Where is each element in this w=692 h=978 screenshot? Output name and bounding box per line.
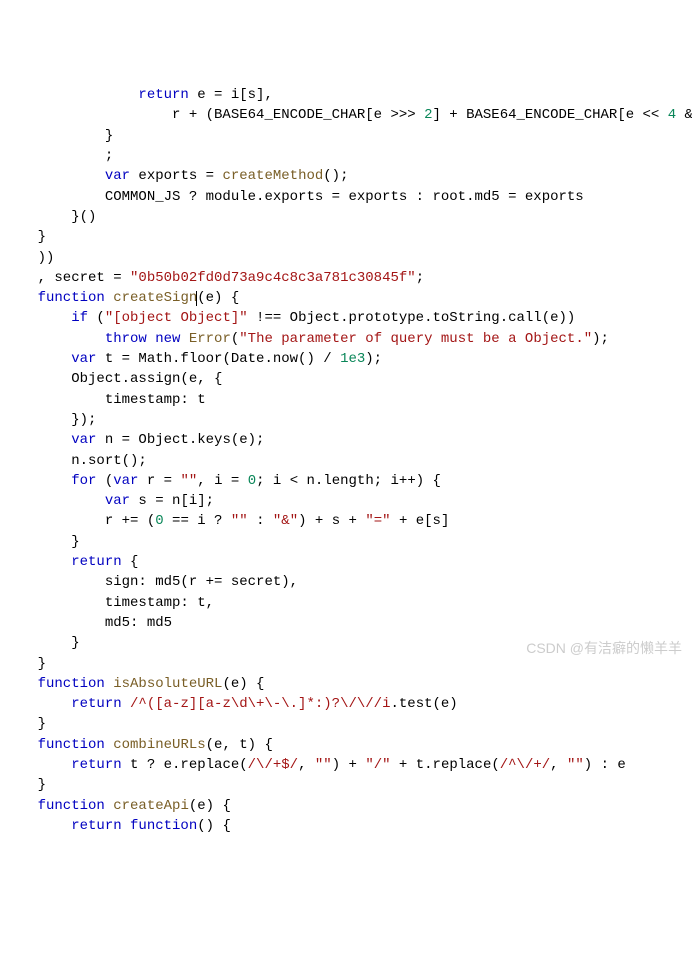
code-block: return e = i[s], r + (BASE64_ENCODE_CHAR… bbox=[4, 85, 692, 836]
